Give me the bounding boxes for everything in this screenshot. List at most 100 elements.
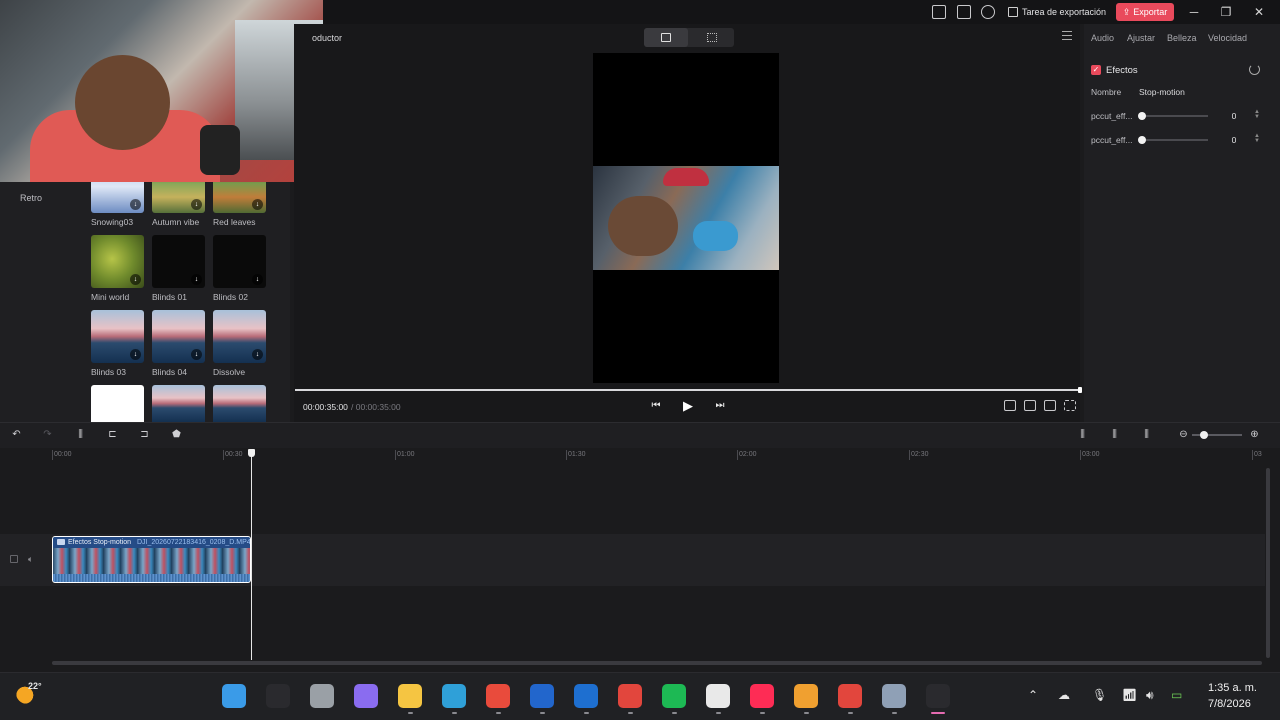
taskbar-app-file-explorer-icon[interactable] [398, 684, 422, 708]
export-button[interactable]: ⇪ Exportar [1116, 3, 1174, 21]
track-lock-icon[interactable] [10, 555, 18, 563]
playback-progress-knob[interactable] [1078, 387, 1082, 393]
download-icon[interactable]: ↓ [252, 349, 263, 360]
feedback-icon[interactable] [957, 5, 971, 19]
effect-thumb-blinds-01[interactable]: ↓ [152, 235, 205, 288]
category-retro[interactable]: Retro [20, 193, 42, 203]
param-slider-knob[interactable] [1138, 112, 1146, 120]
effect-thumb[interactable] [152, 385, 205, 422]
onedrive-icon[interactable]: ☁ [1058, 688, 1070, 702]
taskbar-app-edge-icon[interactable] [442, 684, 466, 708]
single-view-button[interactable] [644, 28, 688, 47]
timeline-horizontal-scrollbar[interactable] [52, 661, 1262, 665]
zoom-out-icon[interactable]: ⊖ [1178, 430, 1189, 440]
undo-icon[interactable]: ↶ [11, 430, 22, 440]
subtitle-icon[interactable] [1024, 400, 1036, 411]
taskbar-app-app-orange-icon[interactable] [794, 684, 818, 708]
effect-thumb-blinds-03[interactable]: ↓ [91, 310, 144, 363]
timeline-vertical-scrollbar[interactable] [1266, 468, 1270, 658]
tab-velocidad[interactable]: Velocidad [1208, 33, 1247, 43]
export-task-button[interactable]: Tarea de exportación [1008, 3, 1106, 21]
taskbar-app-task-view-icon[interactable] [310, 684, 334, 708]
marker-icon[interactable]: ⬟ [171, 430, 182, 440]
fullscreen-icon[interactable] [1064, 400, 1076, 411]
param-slider-track[interactable] [1142, 115, 1208, 117]
clock-time[interactable]: 1:35 a. m. [1208, 682, 1257, 694]
tab-belleza[interactable]: Belleza [1167, 33, 1197, 43]
taskbar-app-chrome-icon[interactable] [618, 684, 642, 708]
snapshot-icon[interactable] [1044, 400, 1056, 411]
timeline-ruler[interactable] [0, 448, 1265, 462]
clock-date[interactable]: 7/8/2026 [1208, 698, 1251, 710]
download-icon[interactable]: ↓ [130, 274, 141, 285]
taskbar-app-settings-icon[interactable] [882, 684, 906, 708]
download-icon[interactable]: ↓ [130, 349, 141, 360]
param-value-input[interactable]: 0 [1220, 109, 1248, 123]
player-menu-icon[interactable] [1062, 31, 1072, 40]
tab-ajustar[interactable]: Ajustar [1127, 33, 1155, 43]
effect-thumb-mini-world[interactable]: ↓ [91, 235, 144, 288]
taskbar-app-outlook-icon[interactable] [574, 684, 598, 708]
taskbar-app-chrome-profile-icon[interactable] [838, 684, 862, 708]
trim-left-icon[interactable]: ⊏ [107, 430, 118, 440]
reset-icon[interactable] [1249, 64, 1260, 75]
taskbar-app-windows-start-icon[interactable] [222, 684, 246, 708]
download-icon[interactable]: ↓ [191, 274, 202, 285]
audio-split-icon[interactable]: ⫼ [1077, 430, 1088, 440]
account-icon[interactable] [981, 5, 995, 19]
param-stepper[interactable]: ▲ ▼ [1254, 109, 1260, 120]
download-icon[interactable]: ↓ [191, 349, 202, 360]
battery-icon[interactable]: ▭ [1171, 688, 1182, 702]
show-hidden-icons[interactable]: ⌃ [1028, 688, 1038, 702]
layout-icon[interactable] [932, 5, 946, 19]
playhead-handle[interactable] [248, 449, 255, 457]
weather-temperature[interactable]: 22° [28, 681, 42, 691]
param-value-input[interactable]: 0 [1220, 133, 1248, 147]
download-icon[interactable]: ↓ [252, 199, 263, 210]
track-audio-icon[interactable]: 🔈︎ [28, 554, 33, 565]
microphone-icon[interactable]: 🎙︎ [1092, 688, 1107, 702]
effect-thumb[interactable] [91, 385, 144, 422]
wifi-icon[interactable]: 📶︎ [1122, 688, 1137, 702]
param-stepper[interactable]: ▲ ▼ [1254, 133, 1260, 144]
restore-button[interactable]: ❐ [1215, 3, 1237, 21]
taskbar-app-dji-studio-icon[interactable] [926, 684, 950, 708]
minimize-button[interactable]: ─ [1183, 3, 1205, 21]
effect-thumb[interactable] [213, 385, 266, 422]
taskbar-app-app-blue-icon[interactable] [530, 684, 554, 708]
taskbar-app-notepad-icon[interactable] [706, 684, 730, 708]
redo-icon[interactable]: ↷ [42, 430, 53, 440]
effect-thumb-blinds-04[interactable]: ↓ [152, 310, 205, 363]
play-button[interactable]: ▶ [681, 398, 695, 414]
video-clip[interactable]: Efectos Stop-motion DJI_20260722183416_0… [52, 536, 251, 583]
split-icon[interactable]: ⫼ [75, 430, 86, 440]
playback-progress-bar[interactable] [295, 389, 1081, 391]
taskbar-app-spotify-icon[interactable] [662, 684, 686, 708]
download-icon[interactable]: ↓ [130, 199, 141, 210]
playhead[interactable] [251, 452, 252, 660]
effects-checkbox[interactable]: ✓ [1091, 65, 1101, 75]
volume-icon[interactable]: 🔊︎ [1146, 688, 1154, 703]
taskbar-app-microsoft-store-icon[interactable] [486, 684, 510, 708]
aspect-ratio-icon[interactable] [1004, 400, 1016, 411]
param-slider-track[interactable] [1142, 139, 1208, 141]
snap-icon[interactable]: ⫼ [1109, 430, 1120, 440]
zoom-in-icon[interactable]: ⊕ [1249, 430, 1260, 440]
effect-thumb-dissolve[interactable]: ↓ [213, 310, 266, 363]
trim-right-icon[interactable]: ⊐ [139, 430, 150, 440]
download-icon[interactable]: ↓ [191, 199, 202, 210]
grid-view-button[interactable] [690, 28, 734, 47]
next-frame-button[interactable]: ⏭ [713, 400, 727, 412]
link-icon[interactable]: ⫼ [1141, 430, 1152, 440]
tab-audio[interactable]: Audio [1091, 33, 1114, 43]
taskbar-app-copilot-icon[interactable] [354, 684, 378, 708]
timeline-zoom-knob[interactable] [1200, 431, 1208, 439]
close-button[interactable]: ✕ [1248, 3, 1270, 21]
taskbar-app-search-icon[interactable] [266, 684, 290, 708]
previous-frame-button[interactable]: ⏮ [649, 400, 663, 412]
effect-thumb-blinds-02[interactable]: ↓ [213, 235, 266, 288]
video-preview[interactable] [593, 53, 779, 383]
param-slider-knob[interactable] [1138, 136, 1146, 144]
download-icon[interactable]: ↓ [252, 274, 263, 285]
taskbar-app-tiktok-icon[interactable] [750, 684, 774, 708]
